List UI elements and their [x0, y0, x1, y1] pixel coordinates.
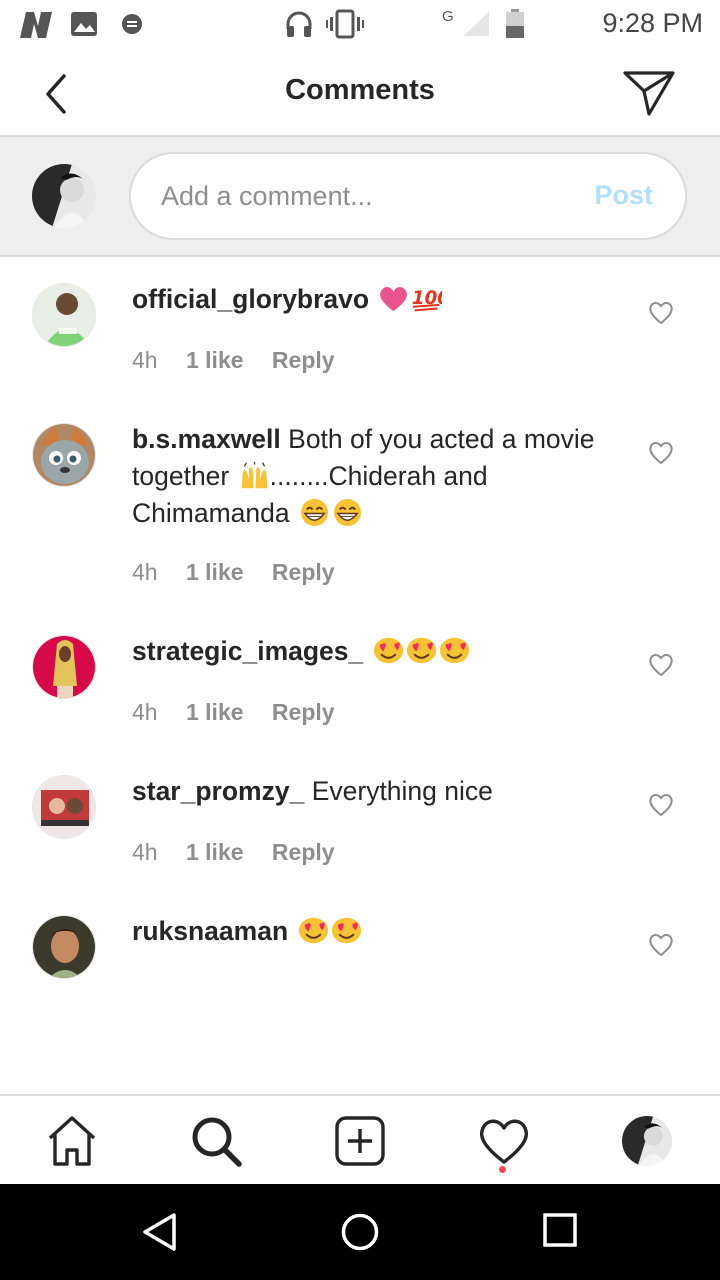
comments-header: Comments	[0, 50, 720, 137]
comment-likes[interactable]: 1 like	[186, 559, 244, 585]
reply-button[interactable]: Reply	[272, 347, 335, 373]
list-item: star_promzy_ Everything nice 4h 1 like R…	[0, 751, 720, 891]
status-time: 9:28 PM	[602, 8, 703, 38]
comment-text: b.s.maxwell Both of you acted a movie to…	[132, 421, 622, 532]
avatar	[32, 164, 96, 228]
post-button[interactable]: Post	[594, 180, 653, 211]
comment-likes[interactable]: 1 like	[186, 699, 244, 725]
home-icon[interactable]	[45, 1114, 99, 1168]
comment-username[interactable]: star_promzy_	[132, 776, 304, 806]
comment-time: 4h	[132, 699, 158, 725]
heart-eyes-emoji	[439, 637, 469, 664]
grinning-face-emoji	[300, 498, 329, 527]
comment-time: 4h	[132, 839, 158, 865]
system-navigation-bar	[0, 1184, 720, 1280]
comment-composer: Post	[0, 137, 720, 257]
like-heart-icon[interactable]	[648, 793, 674, 817]
avatar[interactable]	[32, 775, 96, 839]
network-type-label: G	[442, 8, 454, 25]
comment-meta: 4h 1 like Reply	[132, 839, 357, 866]
comment-username[interactable]: b.s.maxwell	[132, 424, 281, 454]
comment-input-field[interactable]: Post	[129, 152, 687, 240]
grinning-face-emoji	[333, 498, 362, 527]
profile-avatar[interactable]	[622, 1116, 672, 1166]
pink-heart-emoji	[380, 286, 408, 312]
comment-text: ruksnaaman	[132, 913, 622, 950]
page-title: Comments	[285, 74, 435, 106]
avatar[interactable]	[32, 283, 96, 347]
comment-username[interactable]: ruksnaaman	[132, 916, 288, 946]
raising-hands-emoji	[241, 461, 267, 489]
comment-likes[interactable]: 1 like	[186, 347, 244, 373]
comment-meta: 4h 1 like Reply	[132, 559, 357, 586]
comment-meta: 4h 1 like Reply	[132, 347, 357, 374]
message-icon	[122, 14, 142, 34]
comment-time: 4h	[132, 559, 158, 585]
notification-dot	[499, 1166, 506, 1173]
back-triangle-icon[interactable]	[140, 1212, 180, 1252]
like-heart-icon[interactable]	[648, 653, 674, 677]
new-post-icon[interactable]	[333, 1114, 387, 1168]
list-item: b.s.maxwell Both of you acted a movie to…	[0, 399, 720, 611]
reply-button[interactable]: Reply	[272, 699, 335, 725]
heart-eyes-emoji	[298, 917, 328, 944]
avatar[interactable]	[32, 423, 96, 487]
comment-text: star_promzy_ Everything nice	[132, 773, 622, 810]
comment-likes[interactable]: 1 like	[186, 839, 244, 865]
status-bar: G 9:28 PM	[0, 0, 720, 50]
signal-icon	[463, 12, 489, 36]
like-heart-icon[interactable]	[648, 301, 674, 325]
list-item: strategic_images_ 4h 1 like Reply	[0, 611, 720, 751]
list-item: official_glorybravo 100 4h 1 like Reply	[0, 259, 720, 399]
comment-input[interactable]	[161, 154, 561, 238]
paper-plane-icon[interactable]	[622, 69, 676, 117]
heart-eyes-emoji	[331, 917, 361, 944]
search-icon[interactable]	[189, 1114, 243, 1168]
heart-eyes-emoji	[406, 637, 436, 664]
avatar[interactable]	[32, 635, 96, 699]
gallery-icon	[71, 12, 97, 36]
recents-square-icon[interactable]	[542, 1212, 578, 1248]
comment-text: official_glorybravo 100	[132, 281, 622, 318]
comment-time: 4h	[132, 347, 158, 373]
avatar[interactable]	[32, 915, 96, 979]
comment-message: Everything nice	[311, 776, 493, 806]
like-heart-icon[interactable]	[648, 933, 674, 957]
comment-username[interactable]: official_glorybravo	[132, 284, 369, 314]
headset-icon	[286, 11, 312, 37]
reply-button[interactable]: Reply	[272, 559, 335, 585]
activity-heart-icon[interactable]	[477, 1114, 531, 1168]
heart-eyes-emoji	[373, 637, 403, 664]
like-heart-icon[interactable]	[648, 441, 674, 465]
hundred-points-emoji: 100	[412, 288, 442, 312]
comment-meta: 4h 1 like Reply	[132, 699, 357, 726]
vibrate-icon	[326, 9, 364, 39]
home-circle-icon[interactable]	[340, 1212, 380, 1252]
n-notification-icon	[20, 12, 52, 38]
comment-text: strategic_images_	[132, 633, 622, 670]
list-item: ruksnaaman	[0, 891, 720, 1031]
reply-button[interactable]: Reply	[272, 839, 335, 865]
battery-icon	[506, 9, 524, 38]
comment-username[interactable]: strategic_images_	[132, 636, 363, 666]
bottom-navigation	[0, 1094, 720, 1184]
